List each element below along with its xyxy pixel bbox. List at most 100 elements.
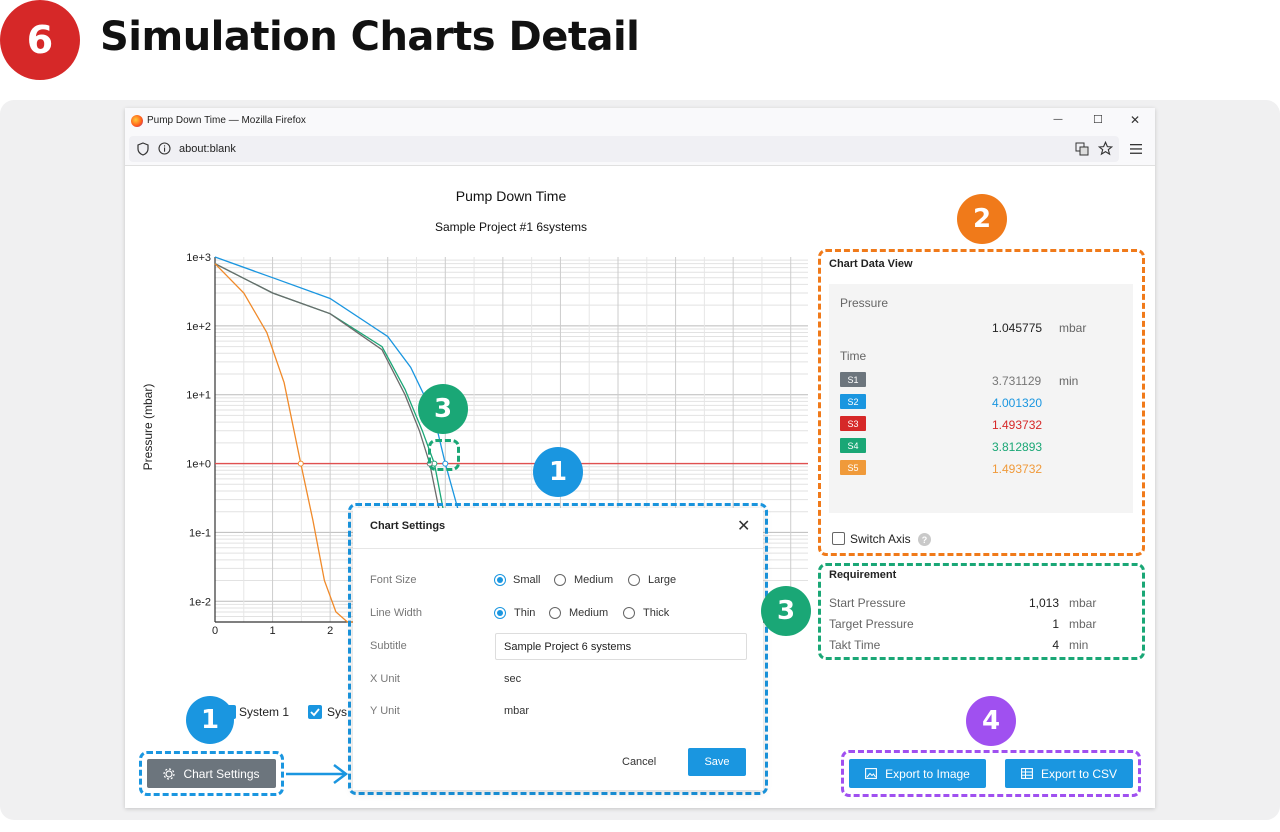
subtitle-label: Subtitle — [370, 640, 407, 652]
pressure-label: Pressure — [840, 296, 889, 310]
time-rows: S1 3.731129 min S2 4.001320 S3 1.493732 S4 3.812… — [840, 372, 1120, 482]
save-button[interactable]: Save — [688, 748, 746, 776]
step-badge-settings-button: 1 — [186, 696, 234, 744]
switch-axis-label: Switch Axis — [850, 532, 911, 546]
step-badge-settings-dialog: 1 — [533, 447, 583, 497]
x-unit-value[interactable]: sec — [504, 673, 521, 685]
export-csv-label: Export to CSV — [1040, 766, 1118, 781]
address-field[interactable]: about:blank — [129, 136, 1119, 162]
requirement-value: 4 — [1052, 638, 1059, 652]
export-image-button[interactable]: Export to Image — [849, 759, 986, 788]
divider — [353, 548, 763, 549]
data-view-title: Chart Data View — [829, 258, 913, 270]
requirement-label: Target Pressure — [829, 617, 914, 631]
legend-label-system1: System 1 — [239, 705, 290, 719]
image-icon — [865, 768, 878, 779]
series-point — [297, 460, 304, 467]
chart-title: Pump Down Time — [455, 188, 567, 204]
y-tick-label: 1e-2 — [189, 596, 211, 608]
requirement-label: Start Pressure — [829, 596, 906, 610]
system-tag: S3 — [840, 416, 866, 431]
legend-label-system2: Sys — [327, 705, 348, 719]
system-tag: S2 — [840, 394, 866, 409]
y-tick-label: 1e+1 — [186, 390, 211, 402]
requirement-unit: mbar — [1069, 617, 1097, 631]
line-thin-radio[interactable] — [494, 607, 506, 619]
font-medium-label: Medium — [574, 574, 614, 586]
window-title: Pump Down Time — Mozilla Firefox — [147, 115, 306, 126]
arrow-icon — [286, 764, 349, 784]
url-text: about:blank — [179, 143, 236, 155]
line-medium-radio[interactable] — [549, 607, 561, 619]
step-badge-data-view: 2 — [957, 194, 1007, 244]
gear-icon — [163, 767, 176, 780]
pressure-unit: mbar — [1059, 321, 1087, 335]
title-bar: Pump Down Time — Mozilla Firefox — ☐ ✕ — [125, 108, 1155, 134]
font-medium-radio[interactable] — [554, 574, 566, 586]
export-image-label: Export to Image — [885, 766, 970, 781]
switch-axis-checkbox[interactable] — [832, 532, 845, 545]
subtitle-input-value: Sample Project 6 systems — [504, 641, 632, 653]
info-icon[interactable] — [158, 142, 171, 155]
y-unit-label: Y Unit — [370, 705, 400, 717]
x-tick-label: 0 — [212, 625, 218, 637]
font-small-radio[interactable] — [494, 574, 506, 586]
maximize-button[interactable]: ☐ — [1093, 113, 1103, 126]
cancel-button[interactable]: Cancel — [622, 756, 656, 768]
requirement-rows: Start Pressure 1,013 mbar Target Pressure 1 m… — [829, 596, 1129, 656]
step-badge-export: 4 — [966, 696, 1016, 746]
settings-dialog: Chart Settings ✕ Font Size Small Medium … — [353, 508, 763, 790]
requirement-unit: min — [1069, 638, 1089, 652]
checkmark-icon — [310, 708, 320, 717]
y-unit-value[interactable]: mbar — [504, 705, 529, 717]
help-icon[interactable]: ? — [918, 533, 931, 546]
menu-icon[interactable] — [1130, 144, 1142, 154]
line-thin-label: Thin — [514, 607, 536, 619]
export-csv-button[interactable]: Export to CSV — [1005, 759, 1133, 788]
firefox-icon — [131, 115, 143, 127]
x-tick-label: 2 — [327, 625, 333, 637]
requirement-unit: mbar — [1069, 596, 1097, 610]
system-tag: S5 — [840, 460, 866, 475]
close-window-button[interactable]: ✕ — [1130, 113, 1140, 127]
y-tick-label: 1e-1 — [189, 527, 211, 539]
time-value: 1.493732 — [992, 418, 1043, 432]
star-icon[interactable] — [1098, 141, 1113, 156]
system-tag: S4 — [840, 438, 866, 453]
dialog-close-icon[interactable]: ✕ — [737, 516, 750, 535]
minimize-button[interactable]: — — [1053, 114, 1063, 125]
y-tick-label: 1e+3 — [186, 252, 211, 264]
font-large-label: Large — [648, 574, 677, 586]
time-value: 1.493732 — [992, 462, 1043, 476]
step-badge-crosshair: 3 — [418, 384, 468, 434]
x-unit-label: X Unit — [370, 673, 400, 685]
line-thick-radio[interactable] — [623, 607, 635, 619]
line-width-label: Line Width — [370, 607, 422, 619]
requirement-value: 1,013 — [1028, 596, 1059, 610]
step-badge-requirement: 3 — [761, 586, 811, 636]
pressure-value: 1.045775 — [992, 321, 1043, 335]
chart-subtitle: Sample Project #1 6systems — [434, 220, 588, 234]
font-size-label: Font Size — [370, 574, 417, 586]
chart-settings-label: Chart Settings — [183, 766, 260, 781]
x-tick-label: 1 — [270, 625, 276, 637]
y-axis-label: Pressure (mbar) — [141, 383, 155, 471]
time-value: 3.731129 — [992, 374, 1042, 388]
time-value: 4.001320 — [992, 396, 1043, 410]
page-title: Simulation Charts Detail — [100, 14, 640, 60]
settings-dialog-title: Chart Settings — [370, 520, 446, 532]
translate-icon[interactable] — [1075, 142, 1089, 156]
line-thick-label: Thick — [643, 607, 670, 619]
requirement-label: Takt Time — [829, 638, 881, 652]
system-tag: S1 — [840, 372, 866, 387]
y-tick-label: 1e+0 — [186, 459, 211, 471]
font-small-label: Small — [513, 574, 541, 586]
crosshair-highlight — [428, 439, 460, 471]
requirement-title: Requirement — [829, 569, 897, 581]
chart-settings-button[interactable]: Chart Settings — [147, 759, 276, 788]
font-large-radio[interactable] — [628, 574, 640, 586]
subtitle-input[interactable]: Sample Project 6 systems — [495, 633, 747, 660]
requirement-value: 1 — [1052, 617, 1059, 631]
time-value: 3.812893 — [992, 440, 1043, 454]
table-icon — [1021, 768, 1033, 779]
